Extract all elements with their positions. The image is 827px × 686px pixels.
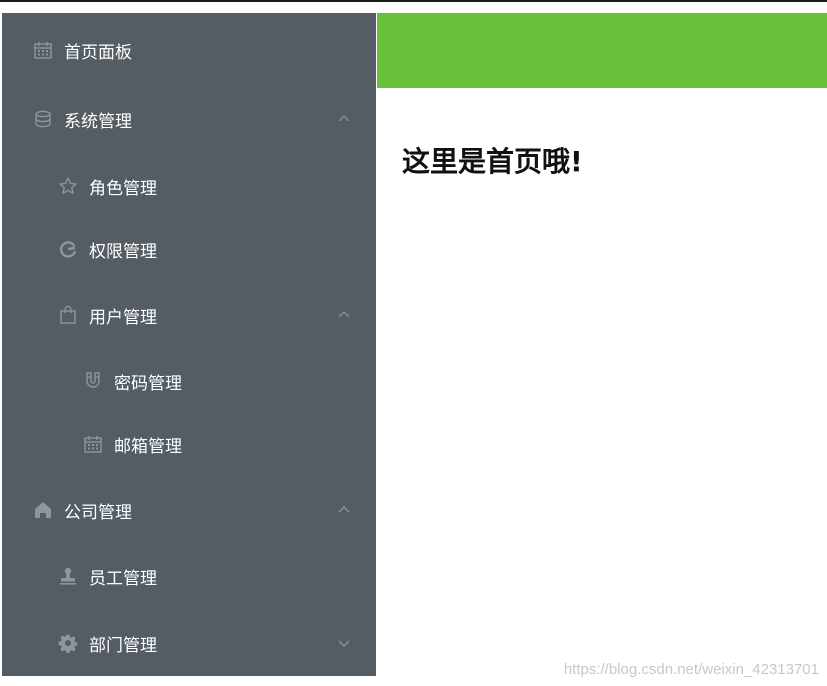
chevron-up-icon [336, 111, 352, 127]
sidebar-submenu-user[interactable]: 用户管理 [2, 295, 376, 335]
sidebar-item-home-panel[interactable]: 首页面板 [2, 30, 376, 70]
sidebar-item-label: 员工管理 [89, 568, 157, 589]
sidebar-item-department-management[interactable]: 部门管理 [2, 623, 376, 663]
sidebar-item-label: 角色管理 [89, 178, 157, 199]
home-icon [32, 499, 54, 521]
sidebar-item-permission-management[interactable]: 权限管理 [2, 229, 376, 269]
top-border-line [0, 0, 827, 2]
sidebar-item-password-management[interactable]: 密码管理 [2, 361, 376, 401]
sidebar-item-role-management[interactable]: 角色管理 [2, 166, 376, 206]
sidebar-item-label: 权限管理 [89, 241, 157, 262]
sidebar-menu: 首页面板 系统管理 角色管理 权限管理 用户管理 密码管理 邮箱管理 公司管理 … [2, 13, 376, 676]
sidebar-item-label: 邮箱管理 [114, 436, 182, 457]
shopping-bag-icon [57, 304, 79, 326]
chevron-down-icon [336, 635, 352, 651]
gear-icon [57, 632, 79, 654]
edit-icon [57, 238, 79, 260]
chevron-up-icon [336, 307, 352, 323]
sidebar-item-label: 首页面板 [64, 42, 132, 63]
chevron-up-icon [336, 502, 352, 518]
calendar-icon [32, 39, 54, 61]
calendar-icon [82, 433, 104, 455]
sidebar-item-label: 部门管理 [89, 635, 157, 656]
watermark: https://blog.csdn.net/weixin_42313701 [563, 661, 819, 678]
sidebar-item-employee-management[interactable]: 员工管理 [2, 556, 376, 596]
top-header-bar [377, 13, 827, 88]
star-icon [57, 175, 79, 197]
sidebar-item-label: 密码管理 [114, 373, 182, 394]
sidebar-item-label: 用户管理 [89, 307, 157, 328]
sidebar-submenu-company[interactable]: 公司管理 [2, 490, 376, 530]
page-title: 这里是首页哦! [402, 145, 583, 178]
sidebar-item-label: 公司管理 [64, 502, 132, 523]
sidebar-submenu-system[interactable]: 系统管理 [2, 99, 376, 139]
sidebar-item-label: 系统管理 [64, 111, 132, 132]
stamp-icon [57, 565, 79, 587]
magnet-icon [82, 370, 104, 392]
sidebar-item-mailbox-management[interactable]: 邮箱管理 [2, 424, 376, 464]
database-icon [32, 108, 54, 130]
